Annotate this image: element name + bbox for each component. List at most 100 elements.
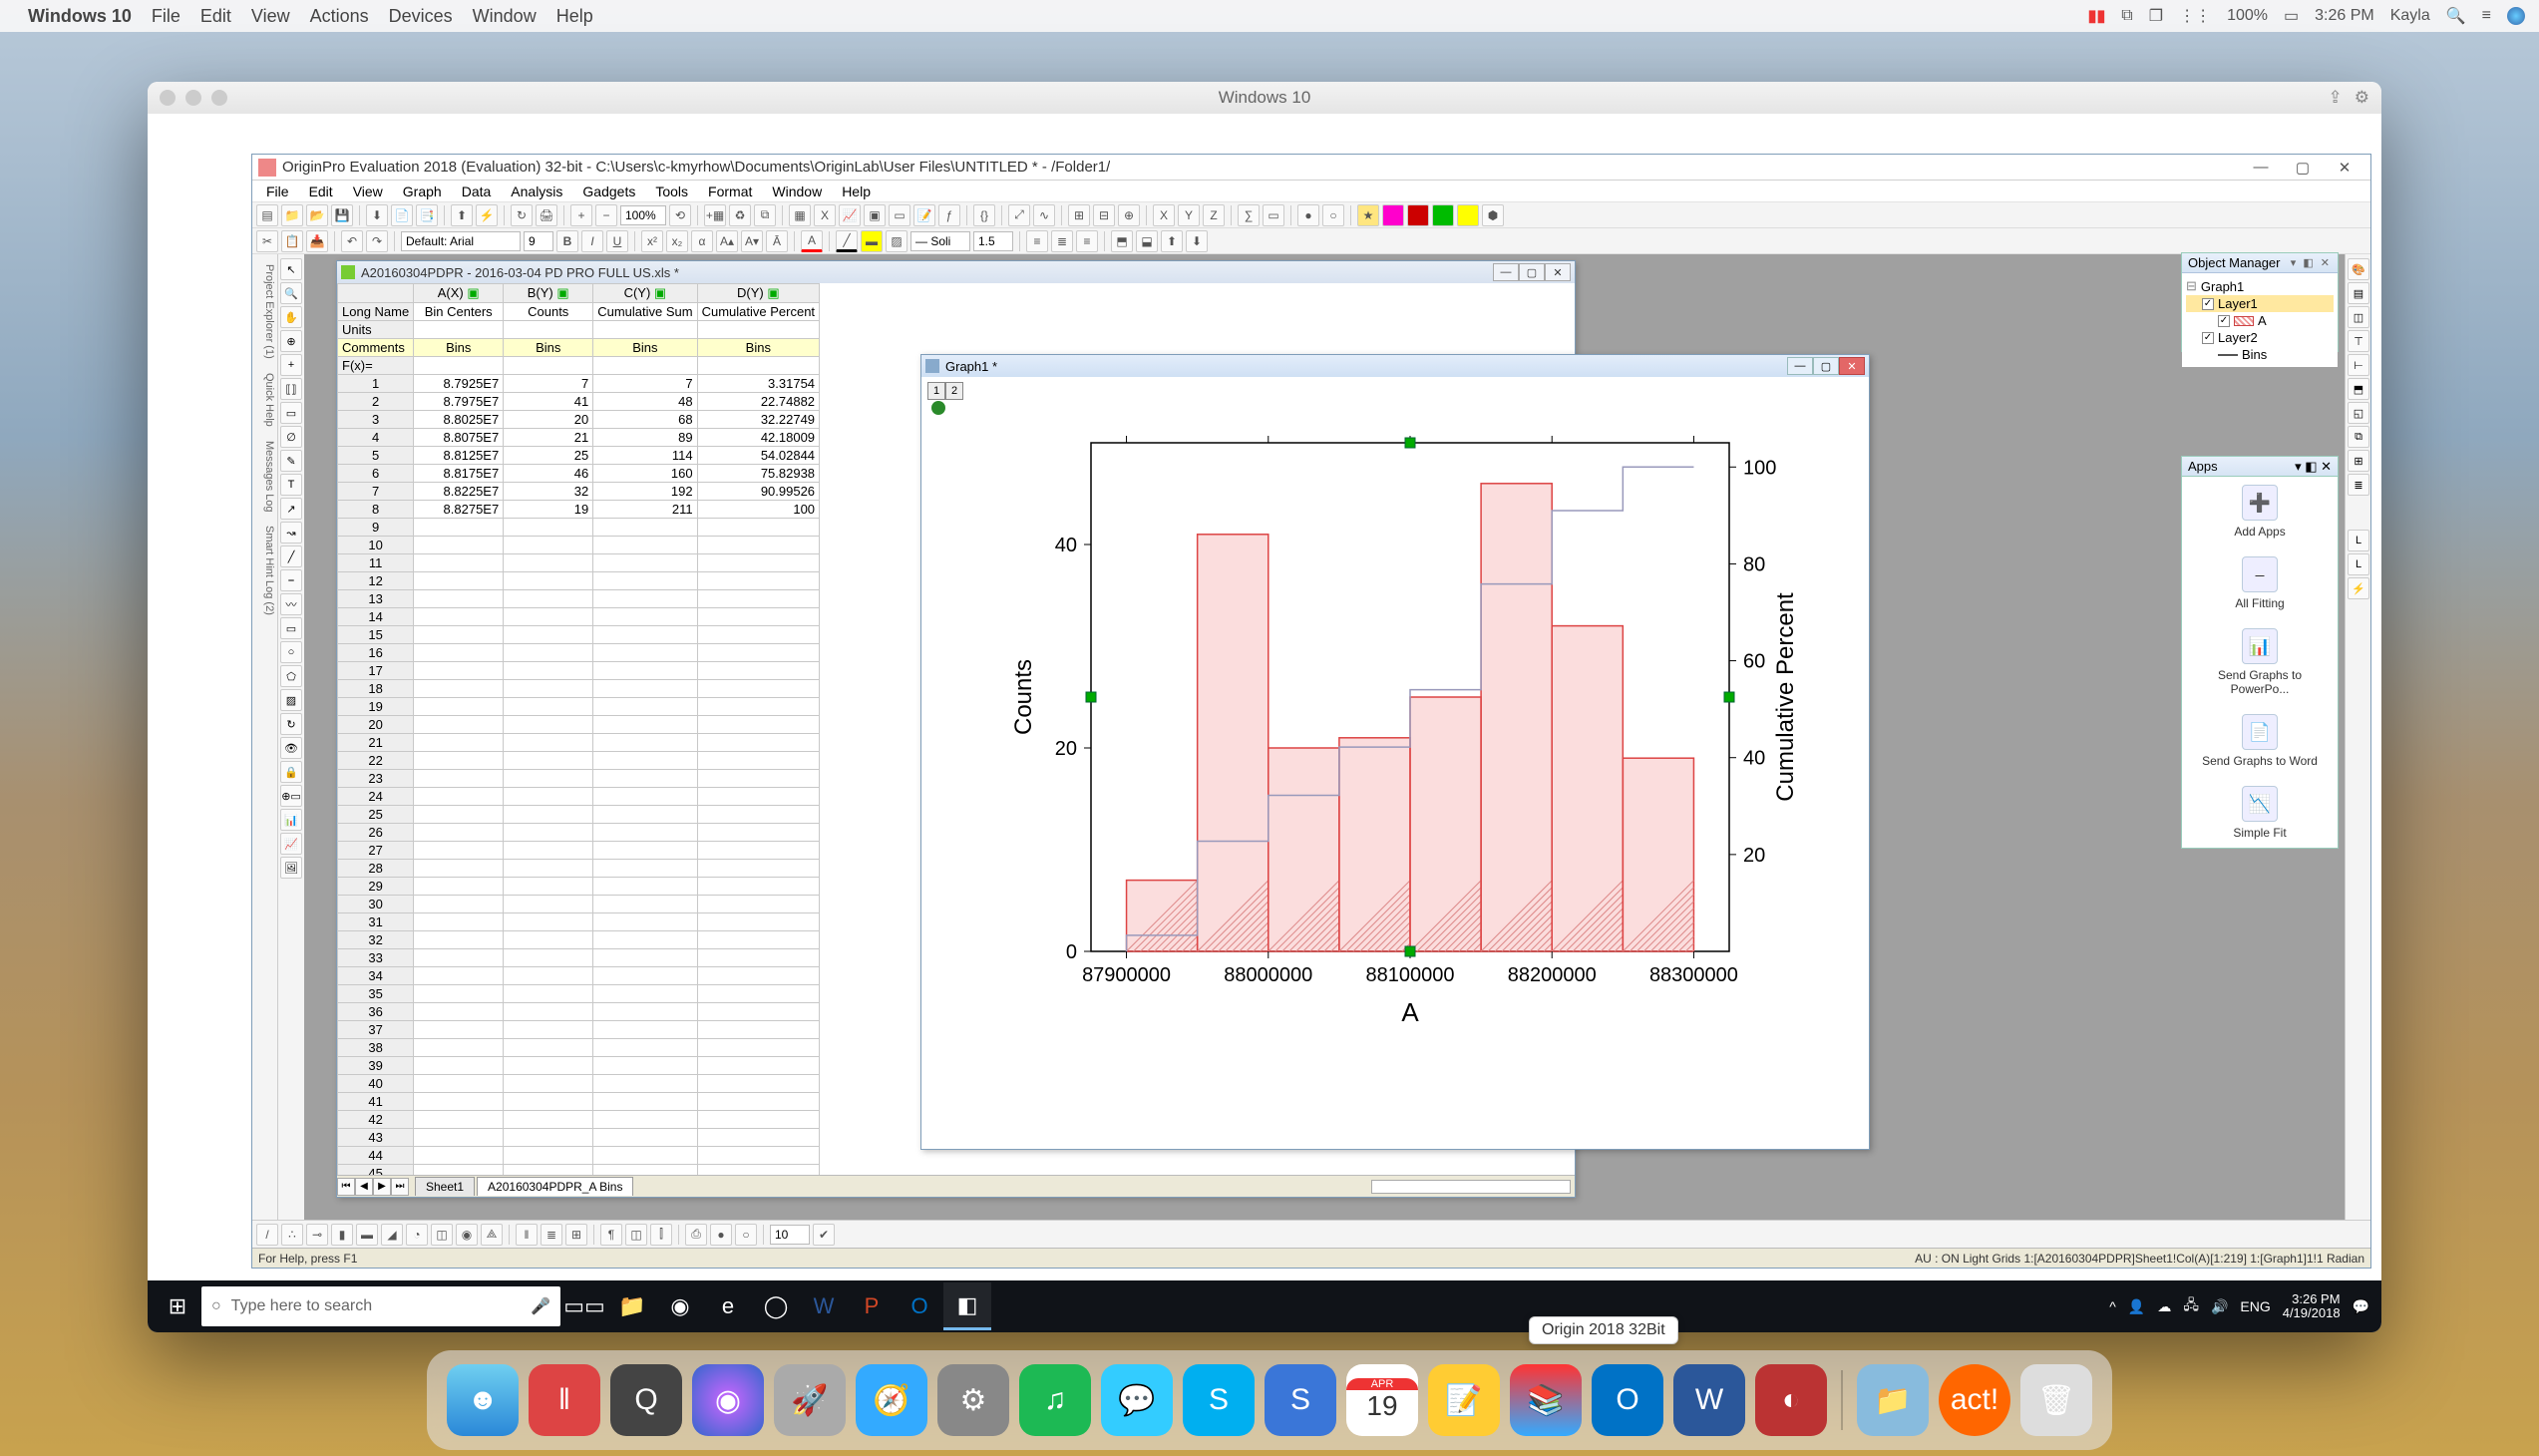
tool-scale-in[interactable]: ⊕▭ xyxy=(280,785,302,807)
tb-addon[interactable]: ⬢ xyxy=(1482,204,1504,226)
bt-box[interactable]: ◫ xyxy=(625,1224,647,1246)
tool-region-roi[interactable]: ▭ xyxy=(280,402,302,424)
tb-cortana[interactable]: ◯ xyxy=(752,1282,800,1330)
tb-greek[interactable]: α xyxy=(691,230,713,252)
tool-draw-data[interactable]: ✎ xyxy=(280,450,302,472)
bt-3d[interactable]: ◫ xyxy=(431,1224,453,1246)
workbook-table[interactable]: A(X) ▣B(Y) ▣C(Y) ▣D(Y) ▣Long NameBin Cen… xyxy=(337,283,820,1175)
tb-underline[interactable]: U xyxy=(606,230,628,252)
tool-arrow[interactable]: ↗ xyxy=(280,498,302,520)
parallels-settings-icon[interactable]: ⚙ xyxy=(2355,88,2369,108)
tree-node-layer2[interactable]: ✓Layer2 xyxy=(2186,329,2334,346)
tree-node-graph1[interactable]: ⊟Graph1 xyxy=(2186,277,2334,295)
menu-tools[interactable]: Tools xyxy=(645,182,698,201)
tb-line-color[interactable]: ╱ xyxy=(836,230,858,252)
mac-menu-file[interactable]: File xyxy=(152,6,181,27)
spotlight-icon[interactable]: 🔍 xyxy=(2446,6,2466,26)
smart-hint-tab[interactable]: Smart Hint Log (2) xyxy=(254,520,275,621)
menu-window[interactable]: Window xyxy=(762,182,832,201)
wb-close-button[interactable]: ✕ xyxy=(1545,263,1571,281)
app-item-2[interactable]: 📊Send Graphs to PowerPo... xyxy=(2190,628,2330,696)
bt-double-y[interactable]: ‖ xyxy=(516,1224,538,1246)
tb-mask-remove[interactable]: ○ xyxy=(1322,204,1344,226)
rtool-add-right[interactable]: ⊢ xyxy=(2348,354,2369,376)
dock-word[interactable]: W xyxy=(1673,1364,1745,1436)
tool-insert-graph[interactable]: 📈 xyxy=(280,833,302,855)
tb-fill-pattern[interactable]: ▨ xyxy=(886,230,907,252)
mac-user[interactable]: Kayla xyxy=(2390,7,2430,25)
tb-batch[interactable]: ⚡ xyxy=(476,204,498,226)
tool-zoom-rect[interactable]: 🔍 xyxy=(280,282,302,304)
tool-data-reader[interactable]: ⊕ xyxy=(280,330,302,352)
siri-icon[interactable] xyxy=(2507,7,2525,25)
tb-font-size[interactable] xyxy=(524,231,553,251)
tree-node-layer1[interactable]: ✓Layer1 xyxy=(2186,295,2334,312)
mac-menu-edit[interactable]: Edit xyxy=(200,6,231,27)
wb-tab-sheet1[interactable]: Sheet1 xyxy=(415,1177,475,1196)
tb-import-multi[interactable]: 📑 xyxy=(416,204,438,226)
tb-zoom-in[interactable]: + xyxy=(570,204,592,226)
tb-refresh[interactable]: ♻ xyxy=(729,204,751,226)
rtool-palette[interactable]: 🎨 xyxy=(2348,258,2369,280)
tb-anti-alias[interactable]: ∿ xyxy=(1033,204,1055,226)
mac-menu-view[interactable]: View xyxy=(251,6,290,27)
tb-align-left[interactable]: ≡ xyxy=(1026,230,1048,252)
graph-max-button[interactable]: ▢ xyxy=(1813,357,1839,375)
rtool-3d[interactable]: ◫ xyxy=(2348,306,2369,328)
tray-network-icon[interactable]: 🖧 xyxy=(2183,1294,2199,1318)
dock-s-app[interactable]: S xyxy=(1265,1364,1336,1436)
display-icon[interactable]: ❐ xyxy=(2149,6,2163,26)
graph-titlebar[interactable]: Graph1 * — ▢ ✕ xyxy=(921,355,1869,377)
dock-origin[interactable]: ◐ xyxy=(1755,1364,1827,1436)
tb-group[interactable]: ⬒ xyxy=(1111,230,1133,252)
graph-lock-icon[interactable] xyxy=(931,401,945,415)
menu-gadgets[interactable]: Gadgets xyxy=(572,182,645,201)
app-item-3[interactable]: 📄Send Graphs to Word xyxy=(2202,714,2318,768)
bt-mask-on[interactable]: ● xyxy=(710,1224,732,1246)
dock-safari[interactable]: 🧭 xyxy=(856,1364,927,1436)
tb-font-name[interactable] xyxy=(401,231,521,251)
tb-font-big[interactable]: A▴ xyxy=(716,230,738,252)
tb-front[interactable]: ⬆ xyxy=(1161,230,1183,252)
origin-titlebar[interactable]: OriginPro Evaluation 2018 (Evaluation) 3… xyxy=(252,155,2370,181)
tb-axis-y[interactable]: Y xyxy=(1178,204,1200,226)
tb-merge[interactable]: ⊕ xyxy=(1118,204,1140,226)
rtool-merge[interactable]: ⊞ xyxy=(2348,450,2369,472)
bt-pie[interactable]: ◔ xyxy=(406,1224,428,1246)
tb-add-column[interactable]: +▦ xyxy=(704,204,726,226)
bt-panel[interactable]: ⊞ xyxy=(565,1224,587,1246)
tb-rescale[interactable]: ⤢ xyxy=(1008,204,1030,226)
bt-width-input[interactable] xyxy=(770,1225,810,1245)
tool-profile[interactable]: 📊 xyxy=(280,809,302,831)
wb-tab-next[interactable]: ▶ xyxy=(373,1178,391,1196)
dock-finder[interactable]: ☻ xyxy=(447,1364,519,1436)
tb-ie[interactable]: e xyxy=(704,1282,752,1330)
wb-tab-prev[interactable]: ◀ xyxy=(355,1178,373,1196)
tool-rect[interactable]: ▭ xyxy=(280,617,302,639)
tb-zoom-out[interactable]: − xyxy=(595,204,617,226)
mac-menu-help[interactable]: Help xyxy=(556,6,593,27)
dock-calendar[interactable]: APR 19 xyxy=(1346,1364,1418,1436)
wb-hscroll[interactable] xyxy=(1371,1180,1571,1194)
tb-cut[interactable]: ✂ xyxy=(256,230,278,252)
dock-launchpad[interactable]: 🚀 xyxy=(774,1364,846,1436)
mac-clock[interactable]: 3:26 PM xyxy=(2315,7,2374,25)
tool-curved-arrow[interactable]: ↝ xyxy=(280,522,302,544)
tool-data-selector[interactable]: ⟦⟧ xyxy=(280,378,302,400)
app-item-1[interactable]: ⎯All Fitting xyxy=(2235,556,2284,610)
bt-apply[interactable]: ✔ xyxy=(813,1224,835,1246)
bt-line[interactable]: / xyxy=(256,1224,278,1246)
origin-minimize-button[interactable]: — xyxy=(2241,157,2281,179)
tb-ungroup[interactable]: ⬓ xyxy=(1136,230,1158,252)
tb-superscript[interactable]: x² xyxy=(641,230,663,252)
dock-downloads[interactable]: 📁 xyxy=(1857,1364,1929,1436)
tb-line-width[interactable] xyxy=(973,231,1013,251)
menu-view[interactable]: View xyxy=(343,182,393,201)
rtool-unstack[interactable]: ≣ xyxy=(2348,474,2369,496)
menu-edit[interactable]: Edit xyxy=(299,182,343,201)
bt-template[interactable]: ⎙ xyxy=(685,1224,707,1246)
bt-line-symbol[interactable]: ⊸ xyxy=(306,1224,328,1246)
wb-max-button[interactable]: ▢ xyxy=(1519,263,1545,281)
tb-import-wizard[interactable]: ⬇ xyxy=(366,204,388,226)
tool-insert-img[interactable]: 🖼 xyxy=(280,857,302,879)
